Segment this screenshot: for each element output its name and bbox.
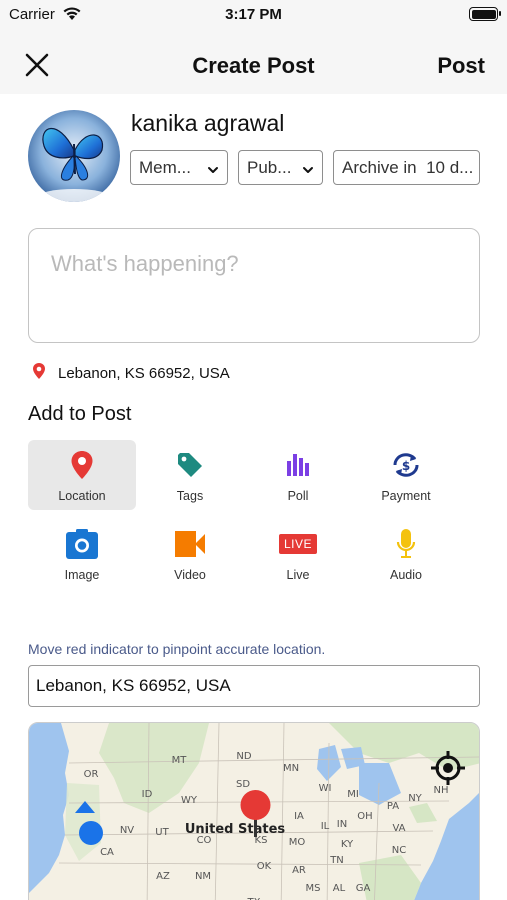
battery-icon bbox=[469, 7, 501, 21]
map-state-label: NC bbox=[392, 845, 406, 856]
microphone-icon bbox=[352, 528, 460, 560]
payment-icon: $ bbox=[352, 449, 460, 481]
location-address-input[interactable]: Lebanon, KS 66952, USA bbox=[28, 665, 480, 707]
map-state-label: OH bbox=[357, 811, 372, 822]
option-image[interactable]: Image bbox=[28, 519, 136, 589]
avatar bbox=[28, 110, 120, 202]
visibility-dropdown-value: Pub... bbox=[247, 157, 292, 177]
post-button[interactable]: Post bbox=[437, 53, 485, 79]
map-state-label: IL bbox=[321, 821, 330, 832]
svg-text:$: $ bbox=[402, 459, 410, 473]
nav-bar: Create Post Post bbox=[0, 30, 507, 94]
clock-label: 3:17 PM bbox=[225, 6, 282, 23]
option-location[interactable]: Location bbox=[28, 440, 136, 510]
map-state-label: TN bbox=[329, 855, 344, 866]
option-label: Audio bbox=[390, 568, 422, 582]
camera-icon bbox=[28, 528, 136, 560]
map-state-label: WI bbox=[319, 783, 332, 794]
poll-icon bbox=[244, 449, 352, 481]
map-state-label: KY bbox=[341, 839, 354, 850]
option-payment[interactable]: $ Payment bbox=[352, 440, 460, 510]
chevron-down-icon bbox=[207, 161, 219, 181]
option-label: Payment bbox=[381, 489, 431, 503]
chevron-down-icon bbox=[302, 161, 314, 181]
map-state-label: MN bbox=[283, 763, 299, 774]
selected-location-text: Lebanon, KS 66952, USA bbox=[58, 365, 230, 382]
video-icon bbox=[136, 528, 244, 560]
map-state-label: SD bbox=[236, 779, 250, 790]
map-country-label: United States bbox=[185, 822, 286, 837]
location-pin-icon bbox=[28, 449, 136, 481]
user-name: kanika agrawal bbox=[131, 110, 285, 136]
tag-icon bbox=[136, 449, 244, 481]
option-video[interactable]: Video bbox=[136, 519, 244, 589]
map-state-label: NV bbox=[120, 825, 134, 836]
live-badge: LIVE bbox=[279, 534, 317, 554]
map-state-label: GA bbox=[356, 883, 371, 894]
post-text-input[interactable]: What's happening? bbox=[28, 228, 480, 343]
live-icon: LIVE bbox=[244, 528, 352, 560]
option-label: Poll bbox=[287, 489, 309, 503]
post-placeholder: What's happening? bbox=[51, 251, 239, 276]
members-dropdown[interactable]: Mem... bbox=[130, 150, 228, 185]
location-address-value: Lebanon, KS 66952, USA bbox=[36, 676, 231, 695]
archive-dropdown[interactable]: Archive in 10 d... bbox=[333, 150, 480, 185]
map-state-label: VA bbox=[392, 823, 405, 834]
map-state-label: NY bbox=[408, 793, 422, 804]
map-state-label: CA bbox=[100, 847, 114, 858]
map-state-label: ND bbox=[236, 751, 251, 762]
map-state-label: MI bbox=[347, 789, 359, 800]
map-state-label: PA bbox=[387, 801, 399, 812]
selected-location: Lebanon, KS 66952, USA bbox=[32, 362, 230, 385]
option-live[interactable]: LIVE Live bbox=[244, 519, 352, 589]
map-state-label: WY bbox=[181, 795, 198, 806]
location-map[interactable]: ND MT SD OR ID WY NE NV CA UT CO KS MO A… bbox=[28, 722, 480, 900]
option-poll[interactable]: Poll bbox=[244, 440, 352, 510]
option-label: Location bbox=[58, 489, 106, 503]
option-label: Video bbox=[174, 568, 206, 582]
map-state-label: MS bbox=[306, 883, 321, 894]
option-label: Tags bbox=[176, 489, 204, 503]
map-state-label: OK bbox=[257, 861, 272, 872]
close-icon bbox=[25, 53, 49, 77]
map-state-label: AR bbox=[292, 865, 306, 876]
map-state-label: ID bbox=[142, 789, 153, 800]
map-state-label: IA bbox=[294, 811, 304, 822]
page-title: Create Post bbox=[192, 53, 315, 78]
status-bar: Carrier 3:17 PM bbox=[0, 0, 507, 30]
map-state-label: MT bbox=[172, 755, 188, 766]
option-label: Image bbox=[64, 568, 100, 582]
members-dropdown-value: Mem... bbox=[139, 157, 191, 177]
option-label: Live bbox=[286, 568, 310, 582]
map-state-label: IN bbox=[337, 819, 347, 830]
map-state-label: AL bbox=[333, 883, 346, 894]
map-state-label: UT bbox=[155, 827, 169, 838]
location-pin-icon bbox=[32, 362, 46, 385]
map-state-label: NH bbox=[434, 785, 449, 796]
add-to-post-heading: Add to Post bbox=[28, 403, 132, 425]
map-state-label: MO bbox=[289, 837, 306, 848]
archive-dropdown-value: Archive in 10 d... bbox=[342, 157, 474, 177]
close-button[interactable] bbox=[22, 50, 52, 80]
option-audio[interactable]: Audio bbox=[352, 519, 460, 589]
map-state-label: OR bbox=[84, 769, 99, 780]
map-state-label: AZ bbox=[156, 871, 170, 882]
map-state-label: NM bbox=[195, 871, 211, 882]
visibility-dropdown[interactable]: Pub... bbox=[238, 150, 323, 185]
option-tags[interactable]: Tags bbox=[136, 440, 244, 510]
location-hint: Move red indicator to pinpoint accurate … bbox=[28, 641, 326, 657]
